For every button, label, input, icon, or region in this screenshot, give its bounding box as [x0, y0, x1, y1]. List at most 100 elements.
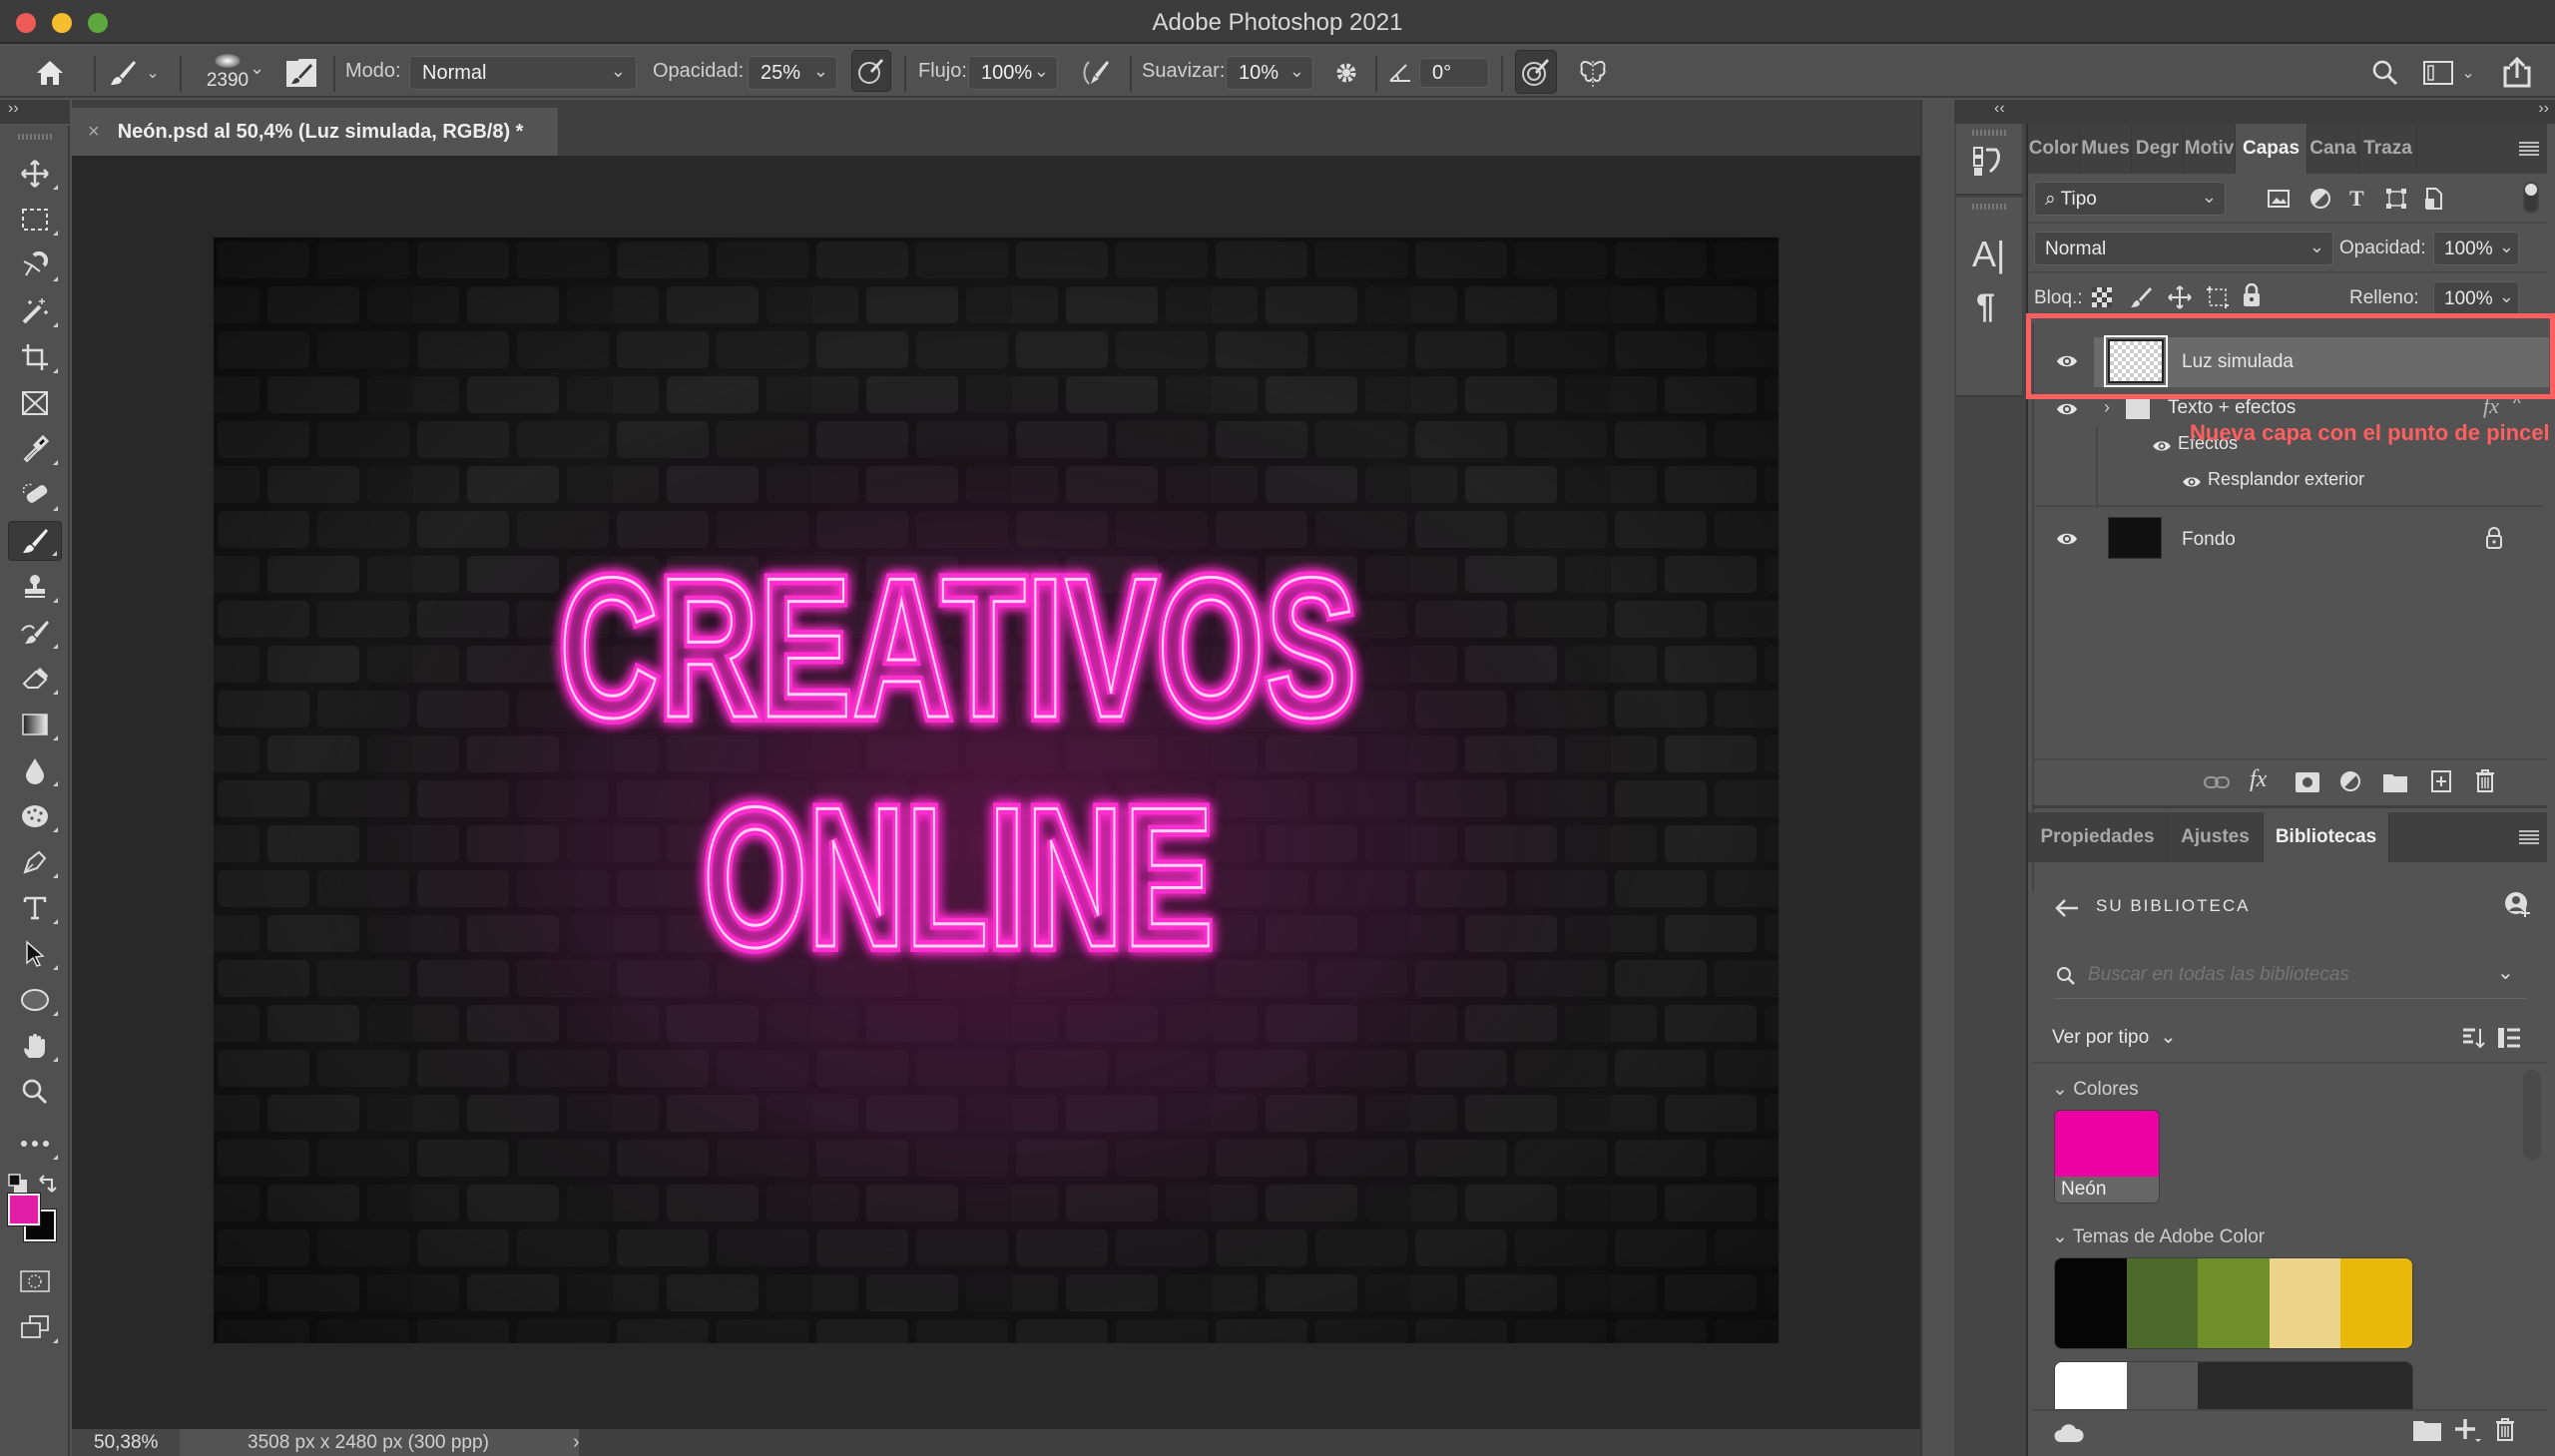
filter-adjustment-layers[interactable]: [2309, 188, 2331, 210]
panel-menu-icon[interactable]: [2519, 142, 2539, 156]
layer-row-fondo[interactable]: Fondo: [2038, 509, 2549, 569]
blend-mode-select[interactable]: Normal ⌄: [2034, 232, 2333, 265]
zoom-level[interactable]: 50,38%: [72, 1429, 180, 1456]
color-theme-1[interactable]: [2054, 1257, 2413, 1349]
view-by-type-dropdown[interactable]: Ver por tipo ⌄: [2052, 1026, 2176, 1049]
tab-layers[interactable]: Capas: [2236, 124, 2307, 174]
canvas[interactable]: CREATIVOS ONLINE CREATIVOS ONLINE: [214, 238, 1779, 1343]
type-tool[interactable]: [8, 888, 62, 928]
quick-mask-button[interactable]: [8, 1261, 62, 1301]
lock-position-button[interactable]: [2168, 285, 2192, 309]
pressure-opacity-toggle[interactable]: [851, 50, 891, 92]
foreground-color-swatch[interactable]: [8, 1194, 40, 1225]
lock-all-button[interactable]: [2242, 283, 2262, 307]
gradient-tool[interactable]: [8, 705, 62, 744]
new-folder-icon[interactable]: [2413, 1419, 2441, 1441]
airbrush-toggle[interactable]: [1078, 56, 1114, 90]
eraser-tool[interactable]: [8, 659, 62, 699]
filter-shape-layers[interactable]: [2385, 188, 2407, 210]
ellipse-tool[interactable]: [8, 980, 62, 1020]
add-mask-icon[interactable]: [2296, 772, 2319, 792]
filter-pixel-layers[interactable]: [2268, 190, 2290, 208]
crop-tool[interactable]: [8, 337, 62, 377]
tool-preset-picker[interactable]: ⌄: [104, 56, 164, 90]
blur-tool[interactable]: [8, 750, 62, 790]
tab-patterns[interactable]: Motiv: [2184, 124, 2236, 174]
move-tool[interactable]: [8, 154, 62, 194]
search-scope-chevron[interactable]: ⌄: [2497, 960, 2514, 985]
themes-section-toggle[interactable]: ⌄ Temas de Adobe Color: [2052, 1225, 2265, 1248]
symmetry-button[interactable]: [1575, 54, 1611, 92]
paragraph-panel-button[interactable]: ¶: [1976, 287, 1995, 326]
library-search-input[interactable]: [2088, 958, 2477, 992]
new-layer-icon[interactable]: [2431, 770, 2451, 792]
layer-opacity-field[interactable]: 100% ⌄: [2433, 232, 2519, 265]
back-arrow-icon[interactable]: [2054, 898, 2080, 918]
tab-properties[interactable]: Propiedades: [2028, 812, 2168, 862]
opacity-field[interactable]: 25% ⌄: [748, 56, 837, 90]
edit-toolbar-button[interactable]: [8, 1124, 62, 1164]
layer-filter-select[interactable]: ⌕ Tipo ⌄: [2034, 182, 2226, 216]
eye-icon[interactable]: [2182, 475, 2202, 489]
marquee-tool[interactable]: [8, 200, 62, 240]
close-tab-icon[interactable]: ×: [88, 121, 100, 144]
lock-transparency-button[interactable]: [2092, 287, 2112, 307]
colors-section-toggle[interactable]: ⌄ Colores: [2052, 1078, 2139, 1101]
eyedropper-tool[interactable]: [8, 429, 62, 469]
smoothing-options-button[interactable]: [1329, 56, 1363, 90]
sponge-tool[interactable]: [8, 796, 62, 836]
new-adjustment-layer-icon[interactable]: [2339, 770, 2361, 792]
eye-icon[interactable]: [2152, 439, 2172, 453]
brush-size-picker[interactable]: 2390 ⌄: [190, 48, 265, 98]
link-layers-icon[interactable]: [2204, 774, 2230, 790]
tab-adjustments[interactable]: Ajustes: [2168, 812, 2264, 862]
document-canvas-area[interactable]: CREATIVOS ONLINE CREATIVOS ONLINE: [72, 156, 1920, 1429]
tab-swatches[interactable]: Mues: [2080, 124, 2132, 174]
fill-field[interactable]: 100% ⌄: [2433, 281, 2519, 315]
sort-icon[interactable]: [2461, 1026, 2485, 1050]
history-brush-tool[interactable]: [8, 613, 62, 653]
layer-row-resplandor-exterior[interactable]: Resplandor exterior: [2038, 463, 2549, 499]
default-colors-button[interactable]: [8, 1174, 28, 1194]
vertical-scrollbar[interactable]: [1920, 100, 1952, 1456]
brush-tool[interactable]: [8, 521, 62, 561]
collapse-panels-button[interactable]: ‹‹: [1994, 100, 2005, 118]
mode-select[interactable]: Normal ⌄: [409, 56, 637, 90]
screen-mode-button[interactable]: [8, 1307, 62, 1347]
lock-pixels-button[interactable]: [2130, 285, 2152, 309]
add-layer-style-button[interactable]: fx: [2250, 766, 2267, 793]
tab-color[interactable]: Color: [2028, 124, 2080, 174]
clone-stamp-tool[interactable]: [8, 567, 62, 607]
panel-menu-icon[interactable]: [2519, 830, 2539, 844]
group-expand-chevron[interactable]: ›: [2104, 397, 2110, 418]
tab-gradients[interactable]: Degr: [2132, 124, 2184, 174]
flow-field[interactable]: 100% ⌄: [968, 56, 1058, 90]
healing-brush-tool[interactable]: [8, 475, 62, 515]
list-view-icon[interactable]: [2497, 1026, 2521, 1050]
brush-settings-button[interactable]: [285, 58, 317, 88]
character-panel-button[interactable]: A|: [1972, 234, 2005, 275]
lasso-tool[interactable]: [8, 245, 62, 285]
status-menu-arrow[interactable]: ›: [573, 1431, 580, 1454]
share-button[interactable]: [2499, 52, 2535, 92]
lock-artboard-button[interactable]: [2206, 285, 2230, 309]
filter-smart-objects[interactable]: [2423, 187, 2443, 211]
swap-colors-button[interactable]: [38, 1174, 58, 1194]
delete-element-icon[interactable]: [2495, 1417, 2515, 1441]
expand-panels-button[interactable]: ››: [2538, 100, 2549, 118]
history-panel-button[interactable]: [1972, 146, 2004, 178]
tab-channels[interactable]: Cana: [2307, 124, 2359, 174]
frame-tool[interactable]: [8, 383, 62, 423]
tools-collapse-button[interactable]: ››: [0, 100, 70, 124]
tab-paths[interactable]: Traza: [2359, 124, 2417, 174]
library-scrollbar-thumb[interactable]: [2523, 1070, 2541, 1160]
add-element-icon[interactable]: [2453, 1417, 2481, 1443]
document-tab[interactable]: × Neón.psd al 50,4% (Luz simulada, RGB/8…: [72, 108, 559, 156]
hand-tool[interactable]: [8, 1026, 62, 1066]
smoothing-field[interactable]: 10% ⌄: [1226, 56, 1313, 90]
delete-layer-icon[interactable]: [2475, 768, 2495, 792]
pressure-size-toggle[interactable]: [1515, 50, 1557, 94]
zoom-tool[interactable]: [8, 1072, 62, 1112]
path-selection-tool[interactable]: [8, 934, 62, 974]
color-swatch-neon[interactable]: Neón: [2054, 1110, 2160, 1204]
